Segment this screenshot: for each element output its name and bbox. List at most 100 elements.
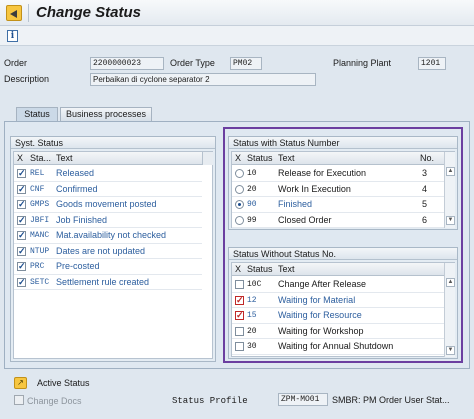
checkbox-icon[interactable] [235, 280, 244, 289]
status-without-number-table: X Status Text ▲ ▼ 10C Change After Releas… [231, 262, 455, 357]
status-text: Settlement rule created [56, 276, 150, 287]
table-row[interactable]: 20 Work In Execution 4 [232, 182, 444, 197]
scroll-down-icon[interactable]: ▼ [446, 346, 455, 355]
syst-status-title: Syst. Status [11, 137, 215, 149]
col-status[interactable]: Sta... [30, 152, 51, 164]
radio-icon[interactable] [235, 184, 244, 194]
col-x: X [235, 264, 242, 274]
tab-business-processes[interactable]: Business processes [60, 107, 152, 121]
status-profile-description: SMBR: PM Order User Stat... [332, 395, 450, 405]
status-text: Confirmed [56, 183, 98, 194]
col-text[interactable]: Text [278, 152, 295, 164]
scrollbar[interactable]: ▲ ▼ [444, 263, 455, 357]
checkbox-checked-icon[interactable] [17, 213, 26, 228]
scroll-down-icon[interactable]: ▼ [446, 216, 455, 225]
col-text[interactable]: Text [278, 263, 295, 275]
col-status[interactable]: Status [247, 263, 273, 275]
table-row[interactable]: 90 Finished 5 [232, 197, 444, 213]
status-number: 3 [422, 168, 428, 178]
checkbox-icon[interactable] [235, 342, 244, 351]
status-text: Released [56, 168, 95, 178]
col-x: X [235, 153, 242, 163]
back-arrow-icon[interactable] [6, 5, 22, 21]
table-row[interactable]: 20 Waiting for Workshop [232, 324, 444, 339]
change-docs-button[interactable]: Change Docs [27, 396, 82, 406]
table-row[interactable]: 10 Release for Execution 3 [232, 166, 444, 182]
checkbox-checked-icon[interactable] [17, 275, 26, 290]
planning-plant-field[interactable]: 1201 [418, 57, 446, 70]
table-row[interactable]: 10C Change After Release [232, 277, 444, 293]
checkbox-checked-icon[interactable] [17, 228, 26, 243]
table-row[interactable]: CNF Confirmed [14, 182, 202, 197]
scroll-up-icon[interactable]: ▲ [446, 167, 455, 176]
status-without-number-title: Status Without Status No. [229, 248, 457, 260]
status-text: Work In Execution [278, 183, 351, 194]
tab-status[interactable]: Status [16, 107, 58, 121]
status-text: Waiting for Workshop [278, 325, 364, 336]
description-label: Description [4, 74, 50, 84]
table-row[interactable]: JBFI Job Finished [14, 213, 202, 228]
status-code: 20 [247, 326, 257, 336]
column-settings-icon[interactable] [202, 152, 213, 165]
status-with-number-group: Status with Status Number X Status Text … [228, 136, 458, 230]
planning-plant-label: Planning Plant [333, 58, 392, 68]
checkbox-checked-icon[interactable] [235, 308, 244, 323]
checkbox-checked-icon[interactable] [17, 259, 26, 274]
table-row[interactable]: 99 Closed Order 6 [232, 213, 444, 228]
scrollbar[interactable]: ▲ ▼ [444, 152, 455, 228]
table-row[interactable]: SETC Settlement rule created [14, 275, 202, 290]
status-text: Waiting for Material [278, 294, 356, 305]
checkbox-checked-icon[interactable] [235, 293, 244, 308]
order-field[interactable]: 2200000023 [90, 57, 164, 70]
description-field[interactable]: Perbaikan di cyclone separator 2 [90, 73, 316, 86]
radio-selected-icon[interactable] [235, 200, 244, 209]
table-row[interactable]: REL Released [14, 166, 202, 182]
checkbox-checked-icon[interactable] [17, 244, 26, 259]
col-no[interactable]: No. [420, 152, 434, 164]
status-code: 10C [247, 280, 262, 289]
active-status-button[interactable]: Active Status [37, 378, 90, 388]
active-status-icon[interactable]: ↗ [14, 377, 27, 389]
table-row[interactable]: NTUP Dates are not updated [14, 244, 202, 259]
status-code: 15 [247, 311, 257, 320]
table-row[interactable]: MANC Mat.availability not checked [14, 228, 202, 244]
table-row[interactable]: PRC Pre-costed [14, 259, 202, 275]
checkbox-checked-icon[interactable] [17, 197, 26, 212]
syst-status-table: X Sta... Text REL Released CNF Confirmed GMP… [13, 151, 213, 359]
status-number: 6 [422, 214, 428, 225]
status-code: SETC [30, 277, 50, 287]
status-code: 99 [247, 215, 257, 225]
status-profile-field[interactable]: ZPM-MO01 [278, 393, 328, 406]
table-row[interactable]: 15 Waiting for Resource [232, 308, 444, 324]
status-with-number-header: X Status Text No. [232, 152, 444, 165]
status-code: REL [30, 169, 45, 178]
table-row[interactable]: 12 Waiting for Material [232, 293, 444, 308]
syst-status-group: Syst. Status X Sta... Text REL Released CN… [10, 136, 216, 362]
title-bar: Change Status [0, 0, 474, 26]
info-icon[interactable]: i [7, 30, 18, 42]
col-text[interactable]: Text [56, 152, 73, 164]
title-separator [28, 4, 29, 22]
table-row[interactable]: 30 Waiting for Annual Shutdown [232, 339, 444, 355]
status-code: 30 [247, 342, 257, 351]
status-number: 4 [422, 183, 428, 194]
status-code: CNF [30, 184, 45, 194]
change-docs-icon [14, 395, 24, 405]
status-code: 10 [247, 169, 257, 178]
col-status[interactable]: Status [247, 152, 273, 164]
status-text: Release for Execution [278, 168, 367, 178]
radio-icon[interactable] [235, 215, 244, 225]
status-text: Dates are not updated [56, 245, 146, 256]
checkbox-icon[interactable] [235, 326, 244, 336]
status-code: PRC [30, 262, 45, 271]
order-type-field[interactable]: PM02 [230, 57, 262, 70]
checkbox-checked-icon[interactable] [17, 182, 26, 197]
status-code: JBFI [30, 215, 50, 225]
table-row[interactable]: GMPS Goods movement posted [14, 197, 202, 213]
status-code: GMPS [30, 200, 50, 209]
radio-icon[interactable] [235, 169, 244, 178]
status-code: 20 [247, 184, 257, 194]
scroll-up-icon[interactable]: ▲ [446, 278, 455, 287]
checkbox-checked-icon[interactable] [17, 166, 26, 181]
status-text: Closed Order [278, 214, 332, 225]
